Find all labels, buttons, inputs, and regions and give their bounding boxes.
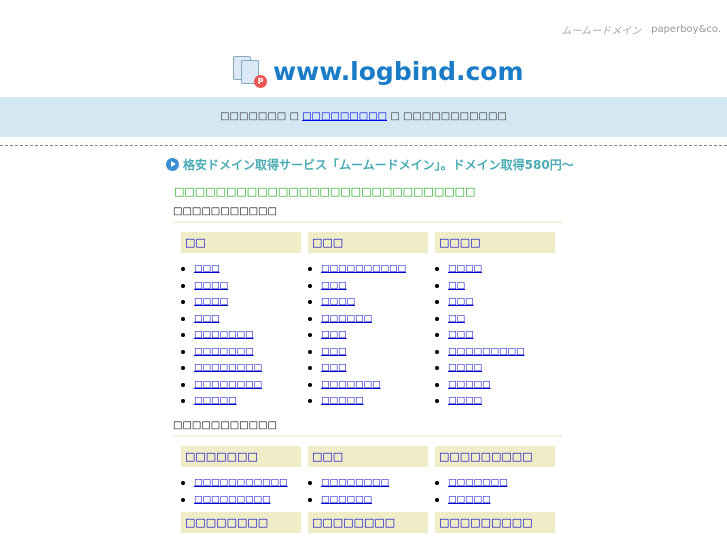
promo-banner[interactable]: 格安ドメイン取得サービス「ムームードメイン」。ドメイン取得580円～ xyxy=(166,156,574,173)
site-header: P www.logbind.com xyxy=(231,54,524,88)
category-header[interactable]: □□□□□□□□ xyxy=(308,512,428,533)
list-item: □□□ xyxy=(308,327,428,344)
info-link[interactable]: □□□□□□□□□ xyxy=(302,111,387,122)
category-column: □□□□□□□□ xyxy=(308,512,428,541)
category-link[interactable]: □□□□□□□□ xyxy=(194,363,262,373)
list-item: □□□□□ xyxy=(308,393,428,410)
list-item: □□□□□□□ xyxy=(181,344,301,361)
list-item: □□□□ xyxy=(435,261,555,278)
category-link[interactable]: □□ xyxy=(448,281,465,291)
section-heading: □□□□□□□□□□□ xyxy=(173,420,562,437)
category-link[interactable]: □□□□□□□□ xyxy=(194,380,262,390)
category-column: □□□□□□□□ xyxy=(181,512,301,541)
info-text: □□□□□□□□□□□ xyxy=(402,111,507,122)
category-column: □□□□□□□□□□□□□□□□□□□□□□□□□□□□□□□□□□□□□□□□… xyxy=(181,232,301,410)
category-header[interactable]: □□□ xyxy=(308,232,428,253)
partner-logos: ムームードメイン paperboy&co. xyxy=(561,22,721,37)
paperboy-logo[interactable]: paperboy&co. xyxy=(651,24,721,35)
list-item: □□□□ xyxy=(435,393,555,410)
category-link[interactable]: □□□ xyxy=(321,330,347,340)
category-column: □□□□□□□□□□□□□□□□□□□□□□□□□□□□□□□□□□□□□□□□… xyxy=(308,232,428,410)
list-item: □□□ xyxy=(308,344,428,361)
category-link[interactable]: □□ xyxy=(448,314,465,324)
category-link[interactable]: □□□□□□□ xyxy=(321,380,381,390)
list-item: □□□ xyxy=(308,278,428,295)
category-link[interactable]: □□□□ xyxy=(194,297,228,307)
list-item: □□□ xyxy=(181,311,301,328)
category-header[interactable]: □□□□□□□□□ xyxy=(435,512,555,533)
category-header[interactable]: □□□□ xyxy=(435,232,555,253)
section-heading: □□□□□□□□□□□ xyxy=(173,206,562,223)
list-item: □□□□□□□ xyxy=(181,327,301,344)
list-item: □□□□ xyxy=(308,294,428,311)
category-link[interactable]: □□□□□ xyxy=(194,396,237,406)
category-link[interactable]: □□□□□□□ xyxy=(194,330,254,340)
category-link[interactable]: □□□□ xyxy=(448,363,482,373)
list-item: □□□□□□ xyxy=(308,311,428,328)
play-icon xyxy=(166,158,179,171)
category-link[interactable]: □□□□□□□ xyxy=(194,347,254,357)
list-item: □□□□□□□ xyxy=(308,377,428,394)
list-item: □□□□□□□ xyxy=(435,475,555,492)
category-link[interactable]: □□□□□□□□□ xyxy=(448,347,525,357)
category-link[interactable]: □□□□□□□ xyxy=(448,478,508,488)
category-link[interactable]: □□□ xyxy=(194,314,220,324)
category-link[interactable]: □□□ xyxy=(321,363,347,373)
category-link[interactable]: □□□□□□□□□□□ xyxy=(194,478,288,488)
list-item: □□□□ xyxy=(181,278,301,295)
category-header[interactable]: □□□□□□□□ xyxy=(181,512,301,533)
intro-text: □□□□□□□□□□□□□□□□□□□□□□□□□□□□□ xyxy=(174,185,476,198)
list-item: □□□ xyxy=(435,327,555,344)
category-header[interactable]: □□□ xyxy=(308,446,428,467)
info-separator: □ xyxy=(390,111,400,122)
category-link[interactable]: □□□ xyxy=(194,264,220,274)
list-item: □□□ xyxy=(181,261,301,278)
muumuu-logo[interactable]: ムームードメイン xyxy=(561,22,641,37)
category-header[interactable]: □□□□□□□ xyxy=(181,446,301,467)
list-item: □□□□ xyxy=(435,360,555,377)
category-link[interactable]: □□□□ xyxy=(321,297,355,307)
category-header[interactable]: □□□□□□□□□ xyxy=(435,446,555,467)
list-item: □□□□□□□□ xyxy=(308,475,428,492)
category-link[interactable]: □□□□□□ xyxy=(321,314,372,324)
list-item: □□ xyxy=(435,278,555,295)
list-item: □□□□□□□□□□ xyxy=(308,261,428,278)
category-link[interactable]: □□□□□ xyxy=(448,380,491,390)
category-link[interactable]: □□□ xyxy=(448,297,474,307)
list-item: □□□□□ xyxy=(435,377,555,394)
info-text: □□□□□□□ xyxy=(220,111,287,122)
promo-text: 格安ドメイン取得サービス「ムームードメイン」。ドメイン取得580円～ xyxy=(183,158,574,172)
list-item: □□□□□□□□□ xyxy=(435,344,555,361)
category-link[interactable]: □□□□□□□□□□ xyxy=(321,264,406,274)
list-item: □□□□□ xyxy=(181,393,301,410)
category-link[interactable]: □□□ xyxy=(321,281,347,291)
category-link[interactable]: □□□□□□□□ xyxy=(321,478,389,488)
category-link[interactable]: □□□□□ xyxy=(321,396,364,406)
category-section: □□□□□□□□□□□□□□□□□□□□□□□□□□□□□□□□□□□□□□□□… xyxy=(173,206,562,410)
list-item: □□□ xyxy=(435,294,555,311)
info-separator: □ xyxy=(289,111,299,122)
list-item: □□ xyxy=(435,311,555,328)
category-section: □□□□□□□□ □□□□□□□□ □□□□□□□□□ xyxy=(173,497,562,541)
list-item: □□□□ xyxy=(181,294,301,311)
list-item: □□□□□□□□□□□ xyxy=(181,475,301,492)
info-bar: □□□□□□□ □ □□□□□□□□□ □ □□□□□□□□□□□ xyxy=(0,97,727,137)
category-link[interactable]: □□□□ xyxy=(448,264,482,274)
category-link[interactable]: □□□ xyxy=(321,347,347,357)
category-column: □□□□ □□□□ □□ □□□ □□ □□□ □□□□□□□□□ □□□□ □□□□□ □□□□ xyxy=(435,232,555,410)
divider xyxy=(0,145,727,146)
category-link[interactable]: □□□□ xyxy=(194,281,228,291)
category-link[interactable]: □□□ xyxy=(448,330,474,340)
category-section: □□□□□□□□□□□□□□□□□□□□□□□□□□□□□□□□□□□□□□□□… xyxy=(173,420,562,508)
category-link[interactable]: □□□□ xyxy=(448,396,482,406)
category-header[interactable]: □□ xyxy=(181,232,301,253)
list-item: □□□□□□□□ xyxy=(181,360,301,377)
category-column: □□□□□□□□□ xyxy=(435,512,555,541)
site-logo-icon: P xyxy=(231,54,267,88)
site-title[interactable]: www.logbind.com xyxy=(273,57,524,86)
list-item: □□□ xyxy=(308,360,428,377)
list-item: □□□□□□□□ xyxy=(181,377,301,394)
